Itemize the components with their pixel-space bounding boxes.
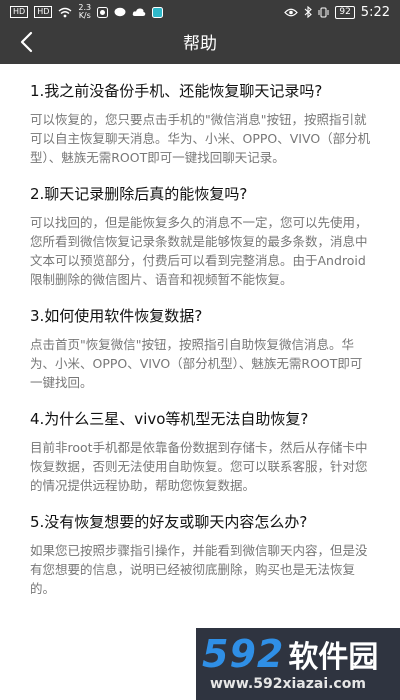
- faq-item: 1.我之前没备份手机、还能恢复聊天记录吗? 可以恢复的，您只要点击手机的"微信消…: [30, 78, 374, 167]
- network-hd-badge-2: HD: [34, 6, 53, 18]
- app-badge-icon: [152, 6, 164, 18]
- faq-question: 5.没有恢复想要的好友或聊天内容怎么办?: [30, 513, 308, 531]
- eye-icon: [284, 8, 299, 17]
- bluetooth-icon: [304, 6, 313, 18]
- app-notification-icon: [97, 6, 109, 18]
- faq-item: 2.聊天记录删除后真的能恢复吗? 可以找回的，但是能恢复多久的消息不一定，您可以…: [30, 181, 374, 289]
- faq-answer: 目前非root手机都是依靠备份数据到存储卡，然后从存储卡中恢复数据，否则无法使用…: [30, 440, 368, 493]
- faq-answer: 点击首页"恢复微信"按钮，按照指引自助恢复微信消息。华为、小米、OPPO、VIV…: [30, 337, 363, 390]
- page-title: 帮助: [183, 34, 217, 54]
- faq-question: 3.如何使用软件恢复数据?: [30, 307, 203, 325]
- watermark-logo-number: 592: [202, 632, 285, 676]
- vibrate-icon: [318, 7, 329, 18]
- faq-answer: 如果您已按照步骤指引操作，并能看到微信聊天内容，但是没有您想要的信息，说明已经被…: [30, 543, 368, 596]
- watermark-logo: 592 软件园: [202, 632, 378, 676]
- battery-icon: 92: [335, 5, 355, 19]
- faq-answer: 可以恢复的，您只要点击手机的"微信消息"按钮，按照指引就可以自主恢复聊天消息。华…: [30, 112, 371, 165]
- watermark-url: www.592xiazai.com: [210, 676, 366, 692]
- faq-answer: 可以找回的，但是能恢复多久的消息不一定，您可以先使用，您所看到微信恢复记录条数就…: [30, 215, 368, 287]
- faq-item: 3.如何使用软件恢复数据? 点击首页"恢复微信"按钮，按照指引自助恢复微信消息。…: [30, 303, 374, 392]
- status-bar-left: HD HD 2.3 K/s: [10, 4, 164, 20]
- app-header: 帮助: [0, 24, 400, 64]
- watermark-logo-name: 软件园: [288, 640, 379, 675]
- faq-item: 5.没有恢复想要的好友或聊天内容怎么办? 如果您已按照步骤指引操作，并能看到微信…: [30, 509, 374, 598]
- faq-question: 4.为什么三星、vivo等机型无法自助恢复?: [30, 410, 309, 428]
- site-watermark: 592 软件园 www.592xiazai.com: [196, 628, 400, 700]
- status-time: 5:22: [360, 4, 390, 20]
- faq-list: 1.我之前没备份手机、还能恢复聊天记录吗? 可以恢复的，您只要点击手机的"微信消…: [0, 64, 400, 598]
- network-speed-unit: K/s: [78, 11, 91, 20]
- faq-question: 1.我之前没备份手机、还能恢复聊天记录吗?: [30, 82, 323, 100]
- cloud-icon: [132, 7, 146, 17]
- network-hd-badge: HD: [10, 6, 29, 18]
- status-bar: HD HD 2.3 K/s 92 5:22: [0, 0, 400, 24]
- status-bar-right: 92 5:22: [284, 5, 390, 20]
- network-speed: 2.3 K/s: [78, 4, 91, 20]
- wifi-icon: [58, 7, 72, 18]
- faq-item: 4.为什么三星、vivo等机型无法自助恢复? 目前非root手机都是依靠备份数据…: [30, 406, 374, 495]
- chat-notification-icon: [114, 7, 126, 18]
- faq-question: 2.聊天记录删除后真的能恢复吗?: [30, 185, 248, 203]
